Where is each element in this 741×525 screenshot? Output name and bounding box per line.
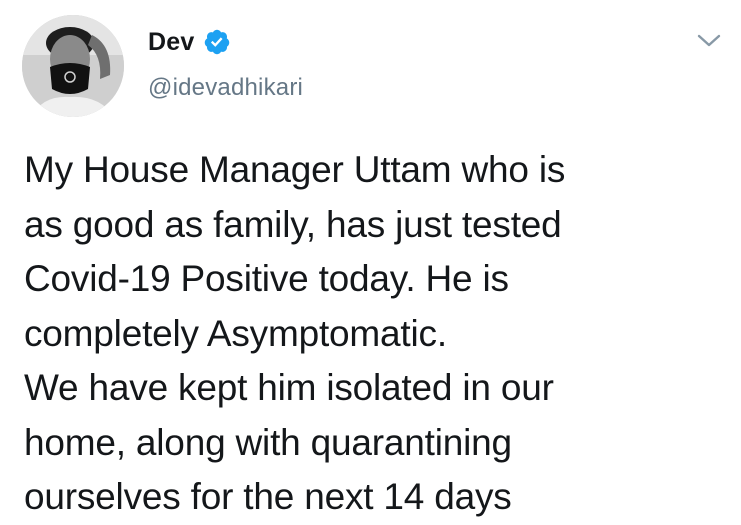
author-display-name[interactable]: Dev (148, 28, 194, 57)
profile-avatar[interactable] (22, 15, 124, 117)
tweet-text: My House Manager Uttam who is as good as… (24, 149, 566, 517)
author-handle[interactable]: @idevadhikari (148, 74, 303, 102)
verified-badge-icon (203, 28, 231, 56)
chevron-down-icon[interactable] (696, 32, 722, 50)
avatar-photo-icon (22, 15, 124, 117)
author-name-row: Dev (148, 26, 231, 58)
tweet: Dev @idevadhikari My House Manager Uttam… (0, 0, 741, 517)
